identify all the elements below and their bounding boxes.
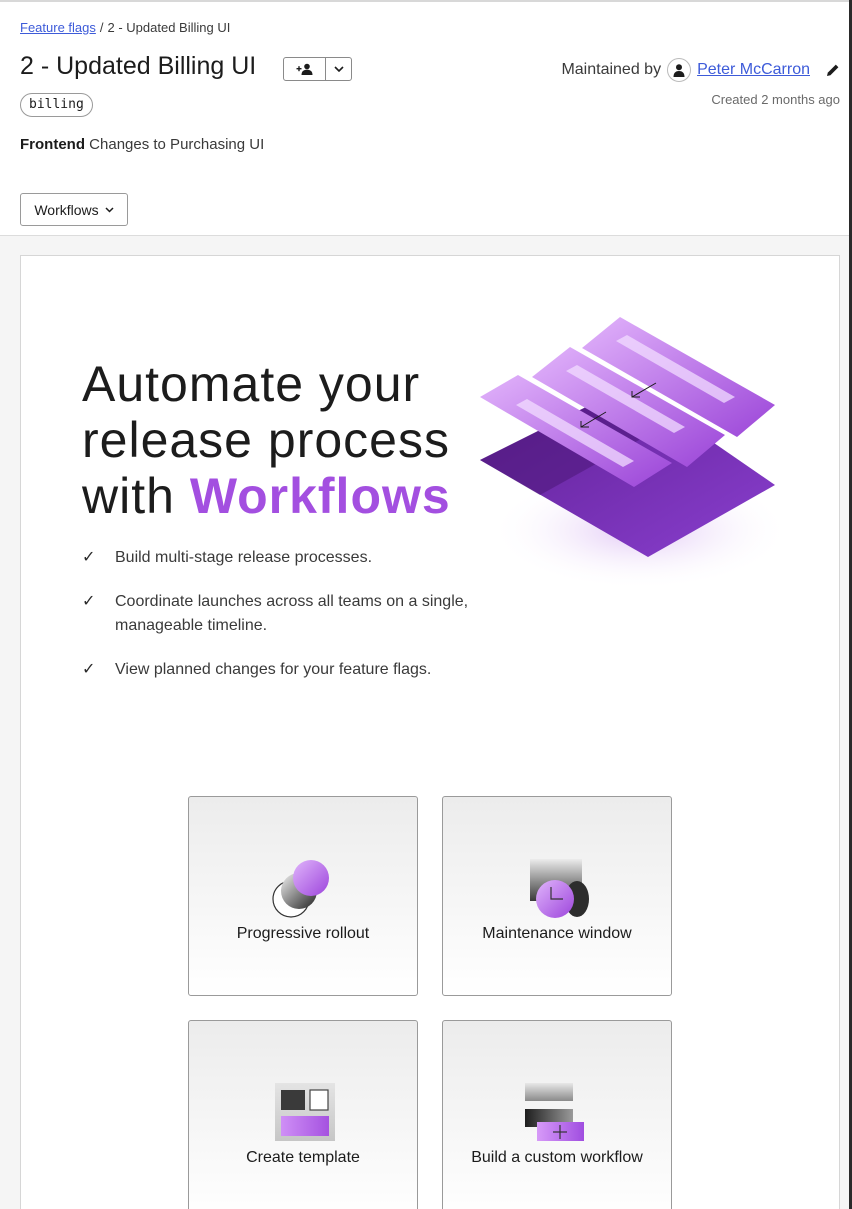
workflows-illustration: [480, 317, 790, 590]
progressive-rollout-label: Progressive rollout: [236, 925, 370, 942]
workflows-dropdown-label: Workflows: [34, 201, 99, 218]
person-icon: [673, 64, 685, 77]
progressive-rollout-option[interactable]: Progressive rollout: [188, 796, 418, 996]
add-person-icon: [296, 63, 313, 75]
created-date: Created 2 months ago: [711, 92, 840, 107]
feature-list: ✓ Build multi-stage release processes. ✓ C…: [82, 546, 472, 702]
breadcrumb: Feature flags/2 - Updated Billing UI: [20, 20, 230, 35]
maintenance-window-option[interactable]: Maintenance window: [442, 796, 672, 996]
maintainer: Maintained by Peter McCarron: [561, 58, 840, 82]
list-item: ✓ Build multi-stage release processes.: [82, 546, 472, 570]
list-item: ✓ View planned changes for your feature f…: [82, 658, 472, 682]
flag-description: Frontend Changes to Purchasing UI: [20, 136, 264, 153]
description-text: Changes to Purchasing UI: [89, 136, 265, 153]
create-template-option[interactable]: Create template: [188, 1020, 418, 1209]
chevron-down-icon: [105, 206, 114, 213]
hero-title-line-1: Automate your: [82, 356, 421, 412]
description-type: Frontend: [20, 136, 85, 153]
create-template-label: Create template: [246, 1149, 360, 1166]
hero-title-line-2: release process: [82, 412, 450, 468]
chevron-down-icon: [334, 66, 344, 72]
progressive-rollout-icon: [272, 860, 329, 918]
workflows-hero-title: Automate your release process with Workf…: [82, 356, 451, 524]
breadcrumb-current: 2 - Updated Billing UI: [107, 20, 231, 35]
maintainer-link[interactable]: Peter McCarron: [697, 61, 810, 79]
feature-text: View planned changes for your feature fl…: [115, 661, 432, 678]
follow-button-group: [283, 57, 352, 81]
hero-title-line-3: with: [82, 468, 190, 524]
custom-workflow-icon: [525, 1083, 584, 1141]
follow-options-dropdown[interactable]: [326, 58, 351, 80]
maintainer-label: Maintained by: [561, 61, 662, 78]
avatar: [667, 58, 692, 82]
check-icon: ✓: [82, 661, 96, 678]
follow-button[interactable]: [284, 58, 327, 80]
template-icon: [275, 1083, 335, 1141]
maintenance-window-icon: [530, 859, 589, 918]
breadcrumb-feature-flags-link[interactable]: Feature flags: [20, 20, 96, 35]
feature-text: Coordinate launches across all teams on …: [115, 593, 469, 634]
hero-title-accent: Workflows: [189, 468, 451, 524]
check-icon: ✓: [82, 593, 96, 610]
check-icon: ✓: [82, 549, 96, 566]
tag-billing[interactable]: billing: [20, 93, 93, 117]
list-item: ✓ Coordinate launches across all teams on…: [82, 590, 472, 638]
custom-workflow-label: Build a custom workflow: [471, 1149, 643, 1166]
breadcrumb-separator: /: [99, 20, 104, 35]
feature-text: Build multi-stage release processes.: [115, 549, 373, 566]
custom-workflow-option[interactable]: Build a custom workflow: [442, 1020, 672, 1209]
page-title: 2 - Updated Billing UI: [20, 52, 257, 80]
maintenance-window-label: Maintenance window: [482, 925, 632, 942]
edit-maintainer-button[interactable]: [826, 63, 840, 77]
workflows-dropdown[interactable]: Workflows: [20, 193, 128, 226]
pencil-icon: [827, 64, 839, 76]
